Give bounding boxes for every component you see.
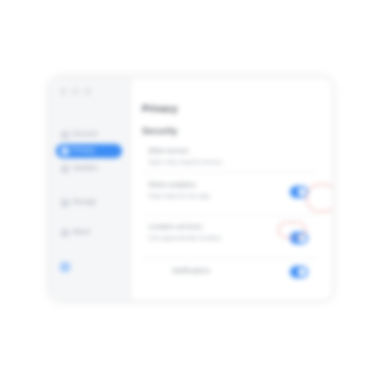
divider <box>142 214 318 215</box>
sidebar-item-general[interactable]: General <box>56 128 122 142</box>
sidebar-item-label: Privacy <box>72 147 95 154</box>
sidebar-item-label: General <box>72 131 97 138</box>
sidebar-item-label: About <box>72 229 91 236</box>
setting-title: Location services <box>148 224 203 231</box>
setting-description: Apps may request access <box>148 159 223 166</box>
window-controls <box>60 88 91 95</box>
highlight-callout <box>278 222 306 238</box>
highlight-callout <box>306 184 332 212</box>
sidebar-item-label: Updates <box>72 165 99 172</box>
refresh-icon <box>61 165 69 173</box>
sidebar-item-privacy[interactable]: Privacy <box>56 144 122 158</box>
help-icon[interactable] <box>60 262 70 272</box>
sidebar: General Privacy Updates Storage About <box>50 78 131 300</box>
section-title: Security <box>142 126 178 136</box>
disk-icon <box>61 199 69 207</box>
screen: General Privacy Updates Storage About Pr… <box>0 0 380 380</box>
setting-description: Help improve the app <box>148 193 210 200</box>
notifications-toggle[interactable] <box>290 266 308 278</box>
info-icon <box>61 229 69 237</box>
divider <box>142 258 318 259</box>
setting-description: Use approximate location <box>148 235 222 242</box>
setting-title: Allow access <box>148 148 189 155</box>
shield-icon <box>61 147 69 155</box>
setting-row-share-analytics[interactable]: Share analytics Help improve the app <box>142 178 318 212</box>
setting-row-notifications[interactable]: Notifications <box>142 264 318 298</box>
gear-icon <box>61 131 69 139</box>
page-title: Privacy <box>142 104 178 115</box>
divider <box>142 172 318 173</box>
settings-window: General Privacy Updates Storage About Pr… <box>50 78 332 300</box>
sidebar-item-label: Storage <box>72 199 97 206</box>
sidebar-item-storage[interactable]: Storage <box>56 196 122 210</box>
setting-title: Notifications <box>172 268 211 275</box>
setting-title: Share analytics <box>148 182 196 189</box>
zoom-window-button[interactable] <box>84 88 91 95</box>
minimize-window-button[interactable] <box>72 88 79 95</box>
main-content: Privacy Security Allow access Apps may r… <box>130 78 332 300</box>
sidebar-item-updates[interactable]: Updates <box>56 162 122 176</box>
close-window-button[interactable] <box>60 88 67 95</box>
sidebar-item-about[interactable]: About <box>56 226 122 240</box>
